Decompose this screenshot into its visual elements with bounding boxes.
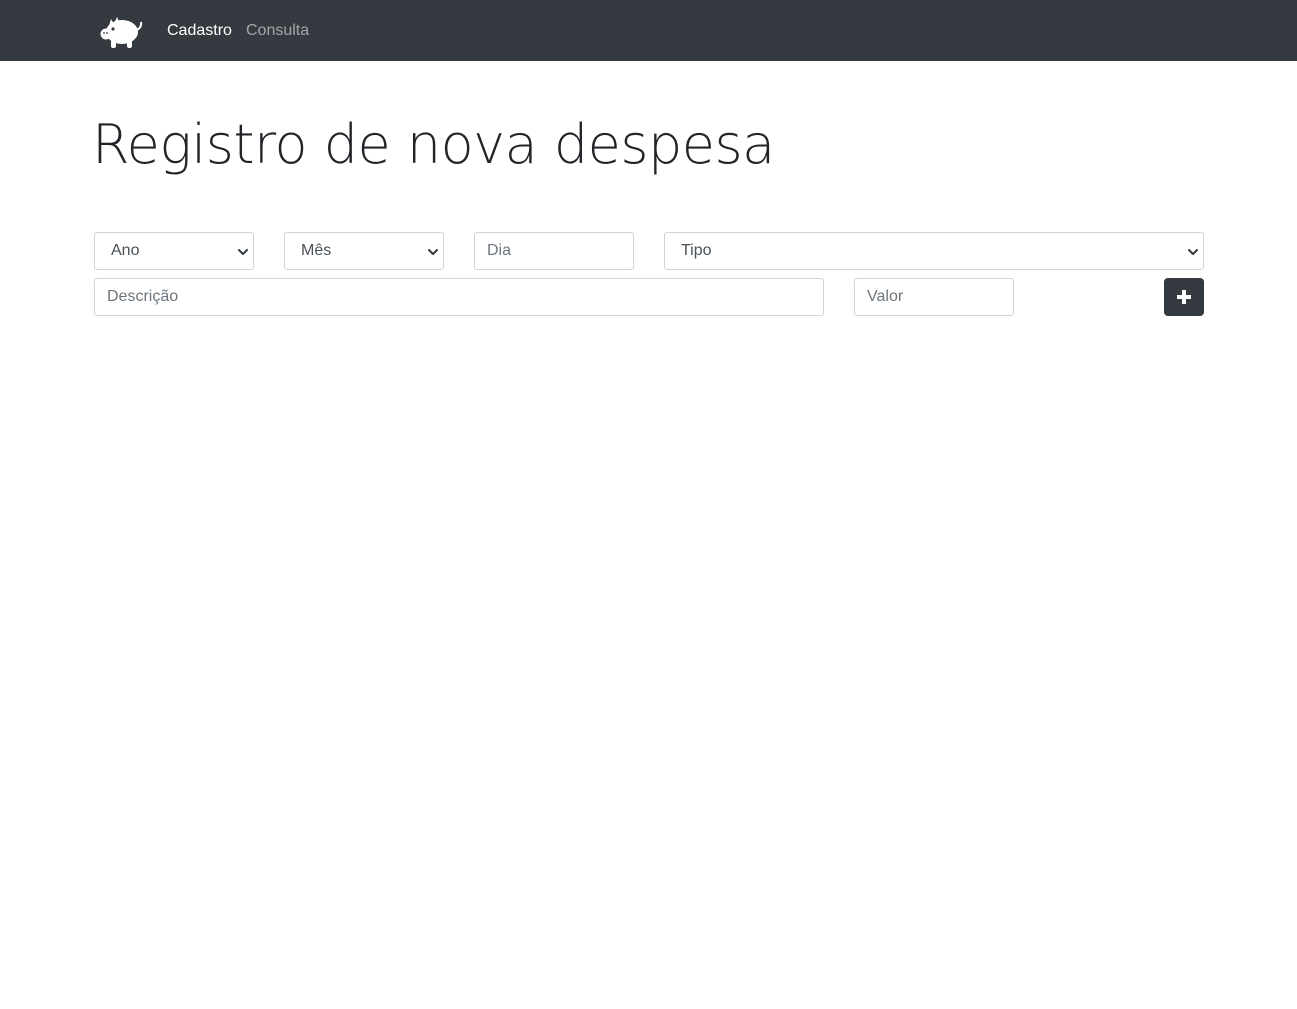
nav-cadastro[interactable]: Cadastro	[167, 21, 232, 41]
dia-input[interactable]	[474, 232, 634, 270]
add-expense-button[interactable]	[1164, 278, 1204, 316]
navbar: Cadastro Consulta	[0, 0, 1297, 61]
chevron-down-icon	[1188, 249, 1198, 255]
nav-consulta[interactable]: Consulta	[246, 21, 309, 41]
ano-select-value: Ano	[111, 242, 140, 259]
mes-select-value: Mês	[301, 242, 332, 259]
tipo-select[interactable]: Tipo	[664, 232, 1204, 270]
chevron-down-icon	[428, 249, 438, 255]
tipo-select-value: Tipo	[681, 242, 712, 259]
piggy-bank-icon[interactable]	[98, 11, 144, 51]
valor-input[interactable]	[854, 278, 1014, 316]
chevron-down-icon	[238, 249, 248, 255]
ano-select[interactable]: Ano	[94, 232, 254, 270]
page-title: Registro de nova despesa	[92, 113, 775, 176]
mes-select[interactable]: Mês	[284, 232, 444, 270]
descricao-input[interactable]	[94, 278, 824, 316]
plus-icon	[1177, 290, 1191, 304]
